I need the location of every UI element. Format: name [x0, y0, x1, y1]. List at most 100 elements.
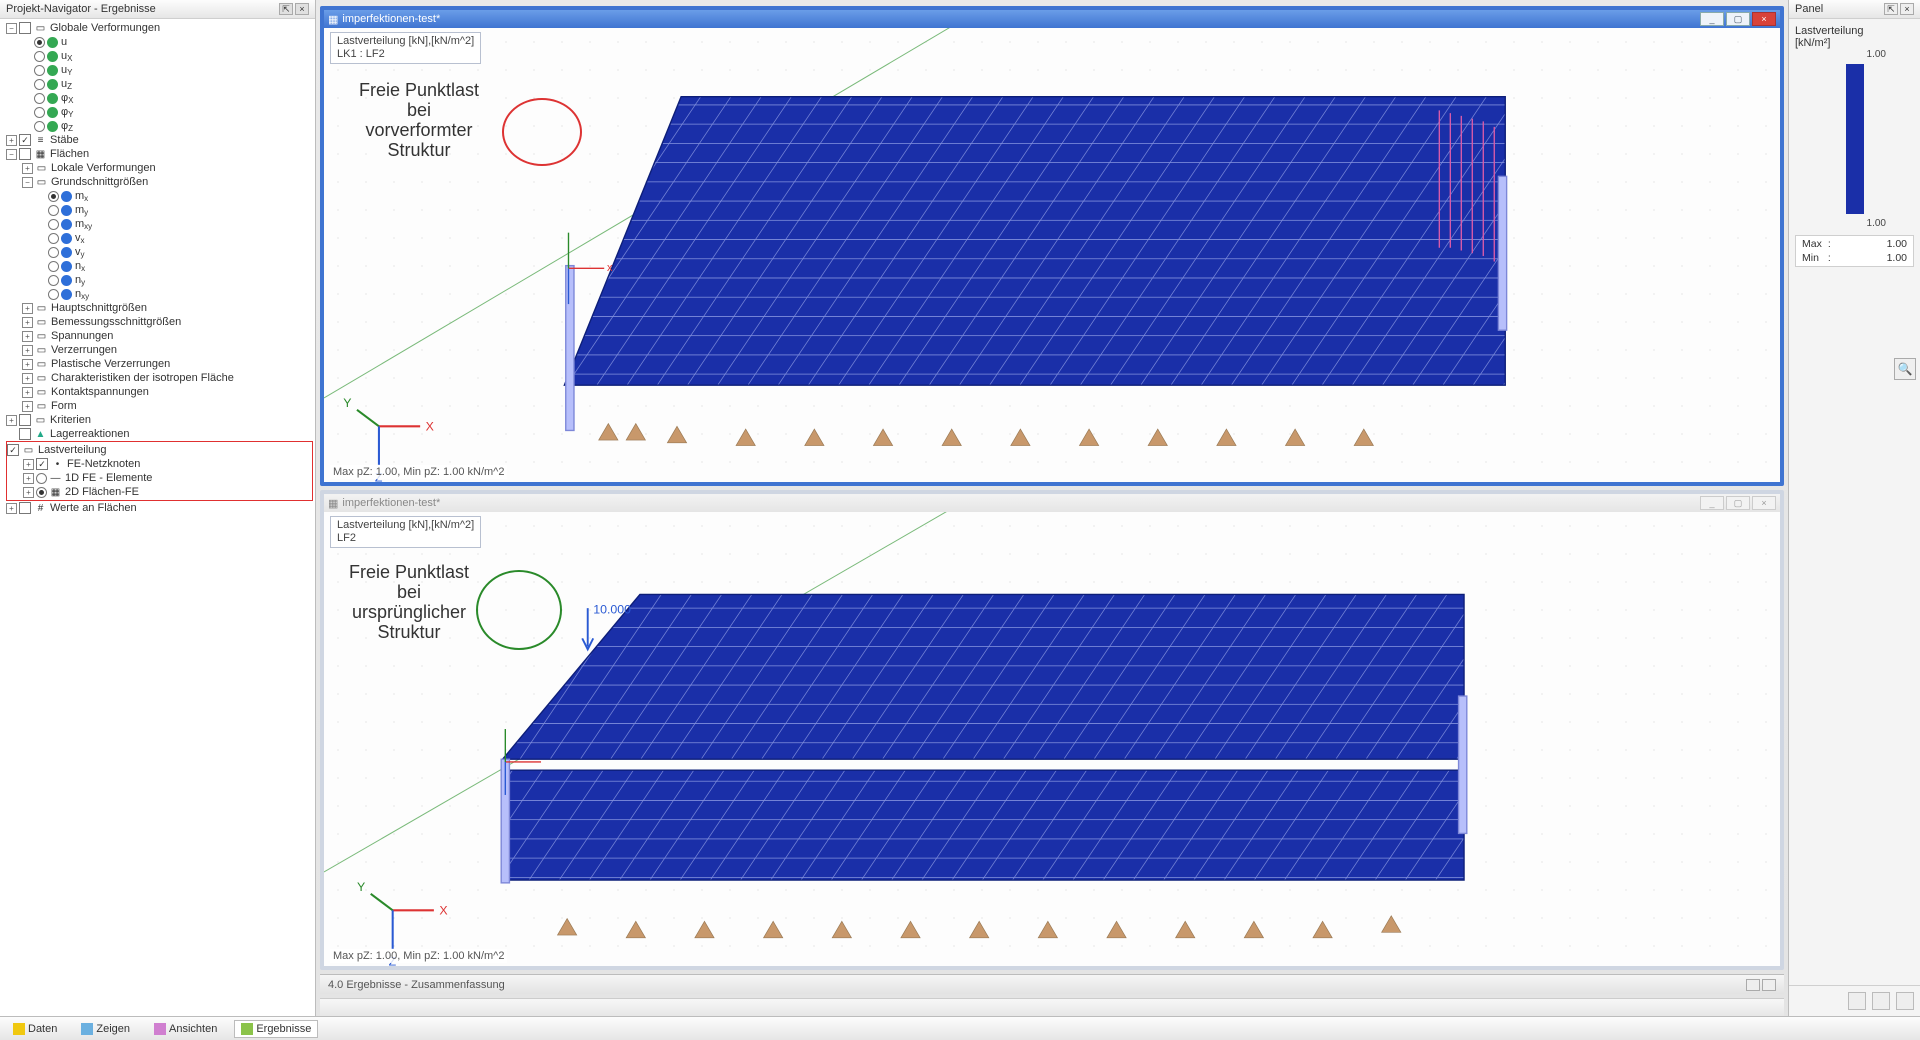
tree-item[interactable]: Lagerreaktionen — [50, 428, 130, 440]
radio[interactable] — [48, 205, 59, 216]
tree-item[interactable]: Kriterien — [50, 414, 91, 426]
expander-icon[interactable]: + — [22, 163, 33, 174]
tree-item[interactable]: mx — [75, 190, 88, 202]
maximize-button[interactable]: ▢ — [1726, 12, 1750, 26]
close-button[interactable]: × — [1752, 496, 1776, 510]
panel-close-icon[interactable]: × — [1900, 3, 1914, 15]
tree-item[interactable]: ny — [75, 274, 85, 286]
maximize-button[interactable]: ▢ — [1726, 496, 1750, 510]
tree-item[interactable]: Lastverteilung — [38, 444, 107, 456]
minimize-button[interactable]: _ — [1700, 496, 1724, 510]
checkbox[interactable]: ✓ — [19, 134, 31, 146]
tree-item[interactable]: φY — [61, 106, 73, 118]
tree-item[interactable]: Verzerrungen — [51, 344, 117, 356]
tree-item[interactable]: nxy — [75, 288, 89, 300]
radio[interactable] — [34, 107, 45, 118]
viewport-canvas[interactable]: X Y Z x Freie Punktlast bei vorverformte… — [324, 28, 1780, 482]
tree-item[interactable]: Werte an Flächen — [50, 502, 137, 514]
pin-icon[interactable] — [1746, 979, 1760, 991]
radio[interactable] — [48, 219, 59, 230]
expander-icon[interactable]: + — [6, 135, 17, 146]
tree-item[interactable]: 1D FE - Elemente — [65, 472, 152, 484]
expander-icon[interactable]: + — [23, 459, 34, 470]
radio[interactable] — [36, 473, 47, 484]
panel-pin-icon[interactable]: ⇱ — [1884, 3, 1898, 15]
minimize-button[interactable]: _ — [1700, 12, 1724, 26]
tree-item[interactable]: φX — [61, 92, 73, 104]
tree-item[interactable]: Form — [51, 400, 77, 412]
close-icon[interactable] — [1762, 979, 1776, 991]
tree-item[interactable]: uX — [61, 50, 72, 62]
tree-item[interactable]: FE-Netzknoten — [67, 458, 140, 470]
bottom-toolbar[interactable] — [320, 998, 1784, 1016]
expander-icon[interactable]: + — [22, 331, 33, 342]
tree-item[interactable]: Lokale Verformungen — [51, 162, 156, 174]
radio[interactable] — [34, 65, 45, 76]
status-tab-daten[interactable]: Daten — [6, 1020, 64, 1038]
tree-item[interactable]: my — [75, 204, 88, 216]
radio[interactable] — [48, 289, 59, 300]
tree-item[interactable]: mxy — [75, 218, 92, 230]
tree-item[interactable]: Globale Verformungen — [50, 22, 160, 34]
expander-icon[interactable]: − — [6, 23, 17, 34]
expander-icon[interactable]: − — [22, 177, 33, 188]
checkbox[interactable] — [19, 428, 31, 440]
tool-icon[interactable] — [1896, 992, 1914, 1010]
expander-icon[interactable]: + — [22, 345, 33, 356]
viewport-bottom[interactable]: ▦ imperfektionen-test* _ ▢ × — [320, 490, 1784, 970]
status-tab-ansichten[interactable]: Ansichten — [147, 1020, 224, 1038]
expander-icon[interactable]: + — [23, 473, 34, 484]
radio[interactable] — [34, 93, 45, 104]
tree-item[interactable]: 2D Flächen-FE — [65, 486, 139, 498]
checkbox[interactable] — [19, 414, 31, 426]
navigator-pin-icon[interactable]: ⇱ — [279, 3, 293, 15]
tree-item[interactable]: Flächen — [50, 148, 89, 160]
tree-item[interactable]: Kontaktspannungen — [51, 386, 149, 398]
checkbox[interactable] — [19, 502, 31, 514]
close-button[interactable]: × — [1752, 12, 1776, 26]
tree-item[interactable]: u — [61, 36, 67, 48]
expander-icon[interactable]: + — [22, 303, 33, 314]
tree-item[interactable]: Hauptschnittgrößen — [51, 302, 147, 314]
radio[interactable] — [48, 233, 59, 244]
expander-icon[interactable]: + — [22, 373, 33, 384]
tree-item[interactable]: Spannungen — [51, 330, 113, 342]
expander-icon[interactable]: + — [22, 359, 33, 370]
tree-item[interactable]: vx — [75, 232, 85, 244]
expander-icon[interactable]: + — [23, 487, 34, 498]
checkbox[interactable] — [19, 148, 31, 160]
checkbox[interactable] — [19, 22, 31, 34]
tree-item[interactable]: φZ — [61, 120, 73, 132]
radio[interactable] — [48, 275, 59, 286]
expander-icon[interactable]: + — [6, 415, 17, 426]
tree-item[interactable]: Grundschnittgrößen — [51, 176, 148, 188]
radio[interactable] — [48, 191, 59, 202]
radio[interactable] — [48, 247, 59, 258]
status-tab-zeigen[interactable]: Zeigen — [74, 1020, 137, 1038]
radio[interactable] — [36, 487, 47, 498]
results-summary-tab[interactable]: 4.0 Ergebnisse - Zusammenfassung — [320, 974, 1784, 994]
tree-item[interactable]: Plastische Verzerrungen — [51, 358, 170, 370]
tree-item[interactable]: Bemessungsschnittgrößen — [51, 316, 181, 328]
tool-icon[interactable] — [1872, 992, 1890, 1010]
radio[interactable] — [48, 261, 59, 272]
radio[interactable] — [34, 37, 45, 48]
tree-item[interactable]: Stäbe — [50, 134, 79, 146]
radio[interactable] — [34, 121, 45, 132]
expander-icon[interactable]: + — [22, 401, 33, 412]
checkbox[interactable]: ✓ — [7, 444, 19, 456]
tree-item[interactable]: uY — [61, 64, 72, 76]
radio[interactable] — [34, 79, 45, 90]
radio[interactable] — [34, 51, 45, 62]
expander-icon[interactable]: − — [6, 149, 17, 160]
checkbox[interactable]: ✓ — [36, 458, 48, 470]
tree-item[interactable]: Charakteristiken der isotropen Fläche — [51, 372, 234, 384]
tree-item[interactable]: uZ — [61, 78, 72, 90]
expander-icon[interactable]: + — [22, 317, 33, 328]
navigator-tree[interactable]: −▭Globale Verformungen u uX uY uZ φX φY … — [0, 19, 315, 1016]
expander-icon[interactable]: + — [6, 503, 17, 514]
tree-item[interactable]: vy — [75, 246, 85, 258]
viewport-top[interactable]: ▦ imperfektionen-test* _ ▢ × — [320, 6, 1784, 486]
expander-icon[interactable]: + — [22, 387, 33, 398]
tree-item[interactable]: nx — [75, 260, 85, 272]
